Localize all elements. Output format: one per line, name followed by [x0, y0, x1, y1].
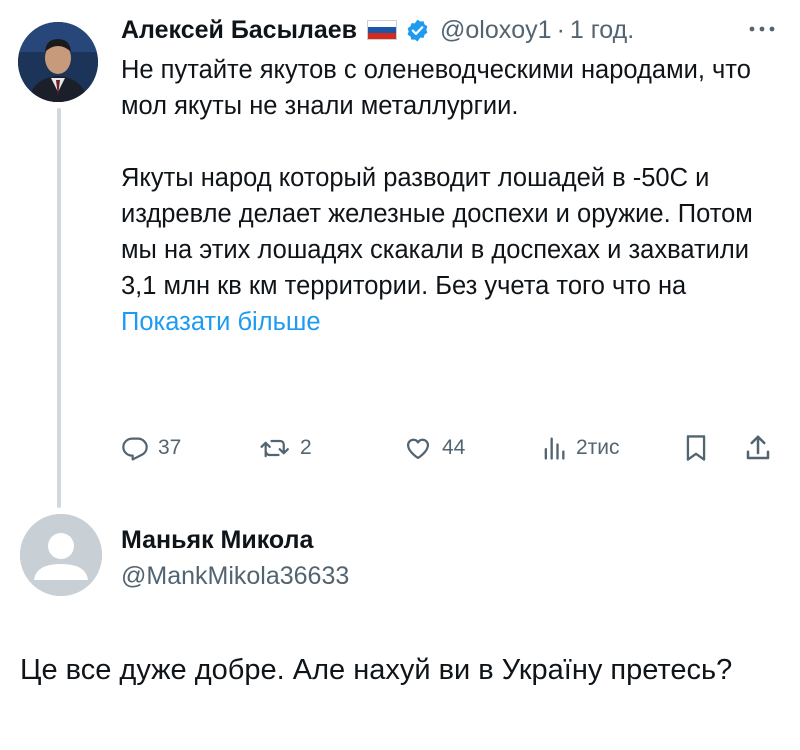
- tweet-header: Алексей Басылаев @oloxoy1 · 1 год.: [121, 10, 634, 50]
- reply-count: 37: [158, 436, 182, 459]
- show-more-link[interactable]: Показати більше: [121, 308, 321, 336]
- like-button[interactable]: 44: [403, 428, 465, 468]
- like-icon: [403, 434, 433, 462]
- bookmark-button[interactable]: [683, 428, 709, 468]
- like-count: 44: [442, 436, 466, 459]
- retweet-count: 2: [300, 436, 312, 459]
- author-avatar[interactable]: [18, 22, 98, 102]
- views-button[interactable]: 2тис: [541, 428, 620, 468]
- bookmark-icon: [683, 433, 709, 463]
- tweet-paragraph-2-text: Якуты народ который разводит лошадей в -…: [121, 164, 753, 300]
- more-options-icon[interactable]: [742, 14, 782, 44]
- reply-button[interactable]: 37: [121, 428, 181, 468]
- tweet-text: Не путайте якутов с оленеводческими наро…: [121, 52, 771, 340]
- tweet-actions: 37 2 44 2тис: [121, 428, 781, 468]
- thread-line: [57, 108, 61, 508]
- author-name[interactable]: Алексей Басылаев: [121, 16, 357, 45]
- author-handle[interactable]: @oloxoy1: [440, 16, 552, 45]
- tweet-time[interactable]: 1 год.: [570, 16, 634, 45]
- views-icon: [541, 434, 567, 462]
- retweet-icon: [259, 434, 291, 462]
- tweet-paragraph-1: Не путайте якутов с оленеводческими наро…: [121, 56, 751, 120]
- retweet-button[interactable]: 2: [259, 428, 312, 468]
- views-count: 2тис: [576, 436, 620, 459]
- share-icon: [743, 433, 773, 463]
- reply-author-avatar[interactable]: [20, 514, 102, 596]
- reply-icon: [121, 434, 149, 462]
- reply-author-handle[interactable]: @MankMikola36633: [121, 562, 349, 591]
- tweet-paragraph-2: Якуты народ который разводит лошадей в -…: [121, 160, 771, 340]
- reply-text: Це все дуже добре. Але нахуй ви в Україн…: [20, 654, 733, 686]
- separator-dot: ·: [556, 15, 565, 44]
- flag-russia-icon: [367, 20, 397, 40]
- share-button[interactable]: [743, 428, 773, 468]
- verified-badge-icon[interactable]: [405, 18, 430, 43]
- reply-author-name[interactable]: Маньяк Микола: [121, 526, 313, 555]
